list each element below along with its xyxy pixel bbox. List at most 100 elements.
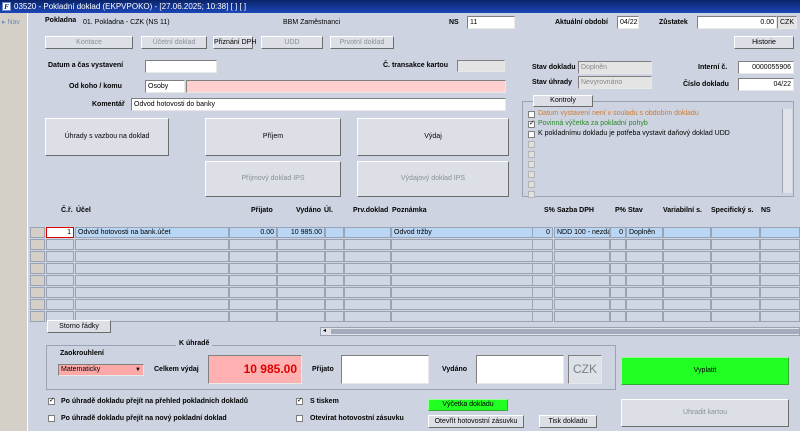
cell-stav[interactable]	[626, 263, 663, 274]
cell-prijato[interactable]	[229, 275, 277, 286]
cell-ns[interactable]	[760, 251, 800, 262]
cell-stav[interactable]	[626, 251, 663, 262]
cell-ul[interactable]	[325, 311, 344, 322]
cell-prv[interactable]	[344, 299, 391, 310]
cell-variabilni[interactable]	[663, 251, 711, 262]
cell-ucel[interactable]	[75, 287, 229, 298]
cell-poznamka[interactable]	[391, 275, 553, 286]
cell-variabilni[interactable]	[663, 299, 711, 310]
cell-stav[interactable]	[626, 311, 663, 322]
cell-ns[interactable]	[760, 227, 800, 238]
cell-stav[interactable]	[626, 287, 663, 298]
cell-ucel[interactable]	[75, 239, 229, 250]
cell-prv[interactable]	[344, 227, 391, 238]
cell-s[interactable]	[532, 287, 553, 298]
cell-sazba[interactable]: NDD 100 - nezda	[554, 227, 610, 238]
prvotni-doklad-button[interactable]: Prvotní doklad	[330, 36, 394, 49]
cell-poznamka[interactable]	[391, 299, 553, 310]
prijem-button[interactable]: Příjem	[205, 118, 341, 156]
zasuvka-checkbox[interactable]	[296, 415, 303, 422]
cell-sazba[interactable]	[554, 299, 610, 310]
cell-cr[interactable]: 1	[46, 227, 74, 238]
cell-cr[interactable]	[46, 299, 74, 310]
cell-variabilni[interactable]	[663, 287, 711, 298]
obdobi-field[interactable]: 04/22	[617, 16, 639, 29]
tisk-dokladu-button[interactable]: Tisk dokladu	[539, 415, 597, 428]
cell-prv[interactable]	[344, 311, 391, 322]
row-indicator[interactable]	[30, 239, 45, 250]
cell-prv[interactable]	[344, 251, 391, 262]
uhradit-kartou-button[interactable]: Uhradit kartou	[621, 399, 789, 427]
cell-cr[interactable]	[46, 275, 74, 286]
zaokrouhleni-select[interactable]: Matematicky ▼	[58, 364, 144, 376]
cell-stav[interactable]	[626, 299, 663, 310]
cell-prijato[interactable]	[229, 287, 277, 298]
cell-poznamka[interactable]	[391, 251, 553, 262]
cell-s[interactable]: 0	[532, 227, 553, 238]
kontrola-checkbox[interactable]	[528, 119, 535, 128]
historie-button[interactable]: Historie	[734, 36, 794, 49]
cell-stav[interactable]: Doplněn	[626, 227, 663, 238]
uhrady-button[interactable]: Úhrady s vazbou na doklad	[45, 118, 169, 156]
prijmovy-ips-button[interactable]: Příjmový doklad IPS	[205, 161, 341, 197]
cislo-field[interactable]: 04/22	[738, 78, 794, 91]
row-indicator[interactable]	[30, 263, 45, 274]
row-indicator[interactable]	[30, 227, 45, 238]
cell-prv[interactable]	[344, 275, 391, 286]
kontrola-checkbox[interactable]	[528, 111, 535, 118]
cell-ul[interactable]	[325, 275, 344, 286]
cell-specificky[interactable]	[711, 311, 760, 322]
cell-ucel[interactable]	[75, 299, 229, 310]
cell-s[interactable]	[532, 275, 553, 286]
komentar-field[interactable]: Odvod hotovosti do banky	[131, 98, 506, 111]
cell-specificky[interactable]	[711, 251, 760, 262]
cell-ns[interactable]	[760, 287, 800, 298]
cell-p[interactable]	[610, 287, 626, 298]
cell-stav[interactable]	[626, 239, 663, 250]
cell-specificky[interactable]	[711, 227, 760, 238]
cell-poznamka[interactable]	[391, 287, 553, 298]
cell-variabilni[interactable]	[663, 263, 711, 274]
cell-s[interactable]	[532, 311, 553, 322]
cell-s[interactable]	[532, 239, 553, 250]
odkoho-name-field[interactable]	[186, 80, 506, 93]
storno-button[interactable]: Storno řádky	[47, 320, 111, 333]
cell-sazba[interactable]	[554, 311, 610, 322]
ucetni-doklad-button[interactable]: Účetní doklad	[141, 36, 207, 49]
vycetka-button[interactable]: Výčetka dokladu	[428, 399, 508, 411]
udd-button[interactable]: UDD	[261, 36, 323, 49]
cell-vydano[interactable]	[277, 263, 325, 274]
cell-vydano[interactable]: 10 985.00	[277, 227, 325, 238]
row-indicator[interactable]	[30, 287, 45, 298]
cell-poznamka[interactable]: Odvod tržby	[391, 227, 553, 238]
datum-field[interactable]	[145, 60, 217, 73]
vydaj-button[interactable]: Výdaj	[357, 118, 509, 156]
cell-ul[interactable]	[325, 251, 344, 262]
row-indicator[interactable]	[30, 251, 45, 262]
cell-cr[interactable]	[46, 239, 74, 250]
cell-sazba[interactable]	[554, 239, 610, 250]
row-indicator[interactable]	[30, 275, 45, 286]
cell-sazba[interactable]	[554, 251, 610, 262]
cell-poznamka[interactable]	[391, 311, 553, 322]
cell-prv[interactable]	[344, 263, 391, 274]
cell-vydano[interactable]	[277, 275, 325, 286]
cell-p[interactable]	[610, 251, 626, 262]
cell-ns[interactable]	[760, 299, 800, 310]
cell-p[interactable]	[610, 275, 626, 286]
cell-specificky[interactable]	[711, 287, 760, 298]
cell-prv[interactable]	[344, 239, 391, 250]
cell-ns[interactable]	[760, 311, 800, 322]
cell-prijato[interactable]	[229, 239, 277, 250]
cell-p[interactable]	[610, 263, 626, 274]
kontroly-tab[interactable]: Kontroly	[533, 95, 593, 107]
cell-cr[interactable]	[46, 263, 74, 274]
cell-specificky[interactable]	[711, 275, 760, 286]
opt1-checkbox[interactable]	[48, 396, 55, 405]
cell-stav[interactable]	[626, 275, 663, 286]
cell-sazba[interactable]	[554, 263, 610, 274]
tiskem-checkbox[interactable]	[296, 396, 303, 405]
cell-ul[interactable]	[325, 299, 344, 310]
cell-s[interactable]	[532, 251, 553, 262]
cell-p[interactable]	[610, 239, 626, 250]
